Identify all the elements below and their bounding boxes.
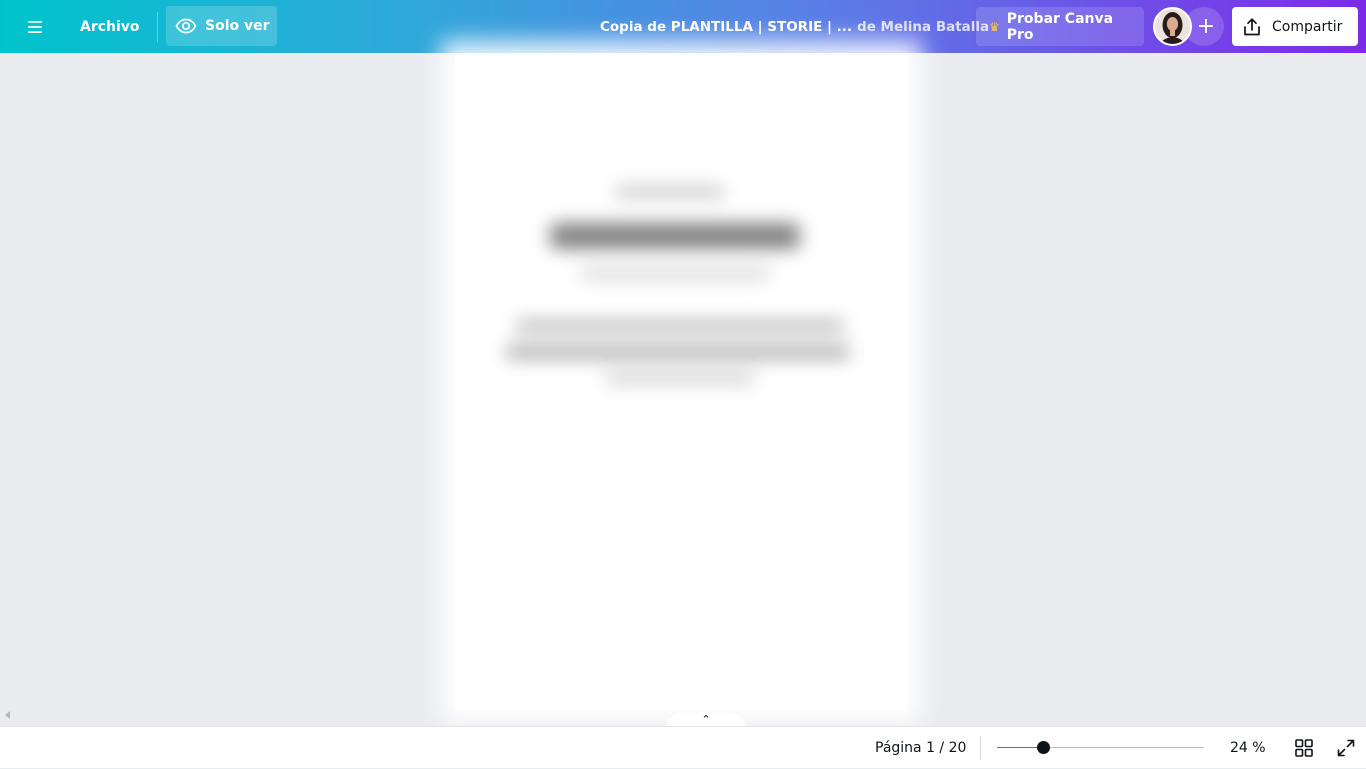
blurred-heading-large: [550, 223, 800, 249]
grid-view-button[interactable]: [1292, 736, 1316, 760]
file-menu-button[interactable]: Archivo: [70, 8, 150, 46]
file-menu-label: Archivo: [80, 19, 140, 35]
document-title[interactable]: Copia de PLANTILLA | STORIE | ... de Mel…: [600, 8, 989, 46]
top-bar: Archivo Solo ver Copia de PLANTILLA | ST…: [0, 0, 1366, 53]
zoom-slider[interactable]: [997, 741, 1204, 754]
zoom-slider-thumb[interactable]: [1037, 741, 1050, 754]
bottom-bar: Página 1 / 20 24 %: [0, 726, 1366, 768]
blurred-subheading: [580, 269, 770, 278]
blurred-paragraph-line-3: [605, 373, 755, 383]
main-menu-button[interactable]: [18, 10, 52, 44]
crown-icon: ♛: [989, 19, 1000, 34]
grid-view-icon: [1295, 739, 1313, 757]
page-indicator-button[interactable]: Página 1 / 20: [875, 727, 966, 769]
plus-icon: +: [1196, 14, 1216, 39]
zoom-level-label: 24 %: [1230, 740, 1266, 756]
hamburger-menu-icon: [28, 21, 42, 33]
view-only-label: Solo ver: [205, 18, 270, 34]
design-canvas: ⌃: [0, 53, 1366, 727]
blurred-paragraph-line-1: [515, 320, 845, 332]
expand-icon: [1337, 739, 1355, 757]
view-only-button[interactable]: Solo ver: [166, 6, 277, 46]
design-page[interactable]: [455, 55, 908, 710]
blurred-heading-small: [615, 187, 725, 197]
share-label: Compartir: [1272, 18, 1343, 35]
chevron-up-icon: ⌃: [701, 713, 711, 726]
scroll-left-arrow[interactable]: [5, 711, 10, 719]
toolbar-divider: [157, 12, 158, 42]
try-canva-pro-button[interactable]: ♛ Probar Canva Pro: [976, 7, 1144, 46]
zoom-level-button[interactable]: 24 %: [1230, 727, 1266, 769]
fullscreen-button[interactable]: [1334, 736, 1358, 760]
try-canva-pro-label: Probar Canva Pro: [1006, 10, 1114, 43]
avatar-portrait: [1155, 9, 1190, 44]
user-avatar[interactable]: [1153, 7, 1192, 46]
page-indicator-label: Página 1 / 20: [875, 740, 967, 756]
upload-icon: [1244, 17, 1260, 35]
page-panel-toggle[interactable]: ⌃: [667, 713, 745, 727]
share-button[interactable]: Compartir: [1232, 7, 1358, 46]
blurred-paragraph-line-2: [505, 345, 850, 359]
bottom-divider: [980, 736, 981, 760]
document-title-text: Copia de PLANTILLA | STORIE | ...: [600, 19, 853, 35]
document-author: de Melina Batalla: [857, 19, 990, 35]
eye-icon: [175, 18, 197, 34]
